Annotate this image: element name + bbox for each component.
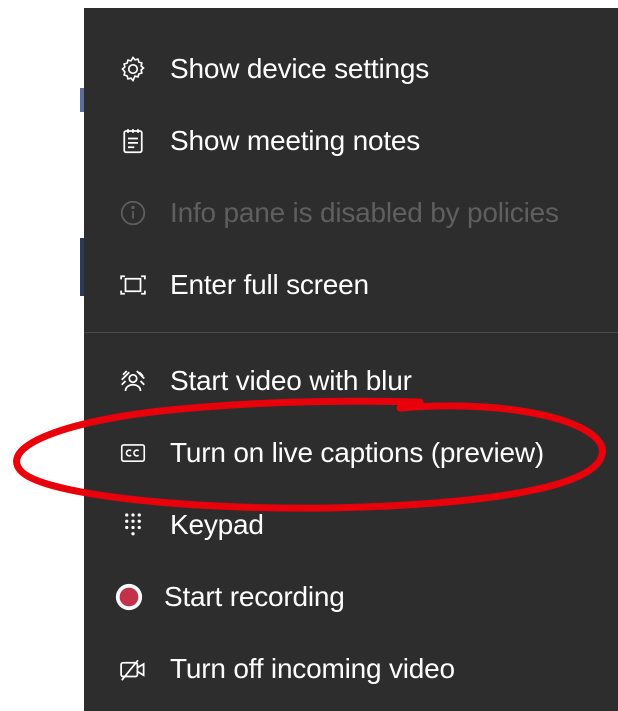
menu-item-device-settings[interactable]: Show device settings (84, 33, 618, 105)
menu-item-info-pane: Info pane is disabled by policies (84, 177, 618, 249)
menu-item-label: Show meeting notes (170, 125, 421, 156)
menu-item-label: Turn on live captions (preview) (170, 437, 545, 468)
menu-divider (84, 332, 618, 333)
menu-item-label: Enter full screen (170, 269, 369, 300)
menu-item-label: Start recording (164, 581, 345, 612)
menu-item-label: Start video with blur (170, 365, 412, 396)
menu-item-incoming-video[interactable]: Turn off incoming video (84, 633, 618, 705)
menu-item-label: Turn off incoming video (170, 653, 455, 684)
fullscreen-icon (118, 270, 148, 300)
background-window (0, 0, 84, 711)
notes-icon (118, 126, 148, 156)
menu-item-video-blur[interactable]: Start video with blur (84, 345, 618, 417)
menu-item-keypad[interactable]: Keypad (84, 489, 618, 561)
record-icon (114, 582, 144, 612)
menu-item-label: Info pane is disabled by policies (170, 197, 559, 228)
menu-item-label: Show device settings (170, 53, 430, 84)
gear-icon (118, 54, 148, 84)
blur-background-icon (118, 366, 148, 396)
keypad-icon (118, 510, 148, 540)
menu-item-full-screen[interactable]: Enter full screen (84, 249, 618, 321)
menu-item-meeting-notes[interactable]: Show meeting notes (84, 105, 618, 177)
menu-item-label: Keypad (170, 509, 264, 540)
more-actions-menu: Show device settings Show meeting notes (84, 8, 618, 711)
menu-item-start-recording[interactable]: Start recording (84, 561, 618, 633)
video-off-icon (118, 654, 148, 684)
closed-captions-icon (118, 438, 148, 468)
menu-item-live-captions[interactable]: Turn on live captions (preview) (84, 417, 618, 489)
info-icon (118, 198, 148, 228)
